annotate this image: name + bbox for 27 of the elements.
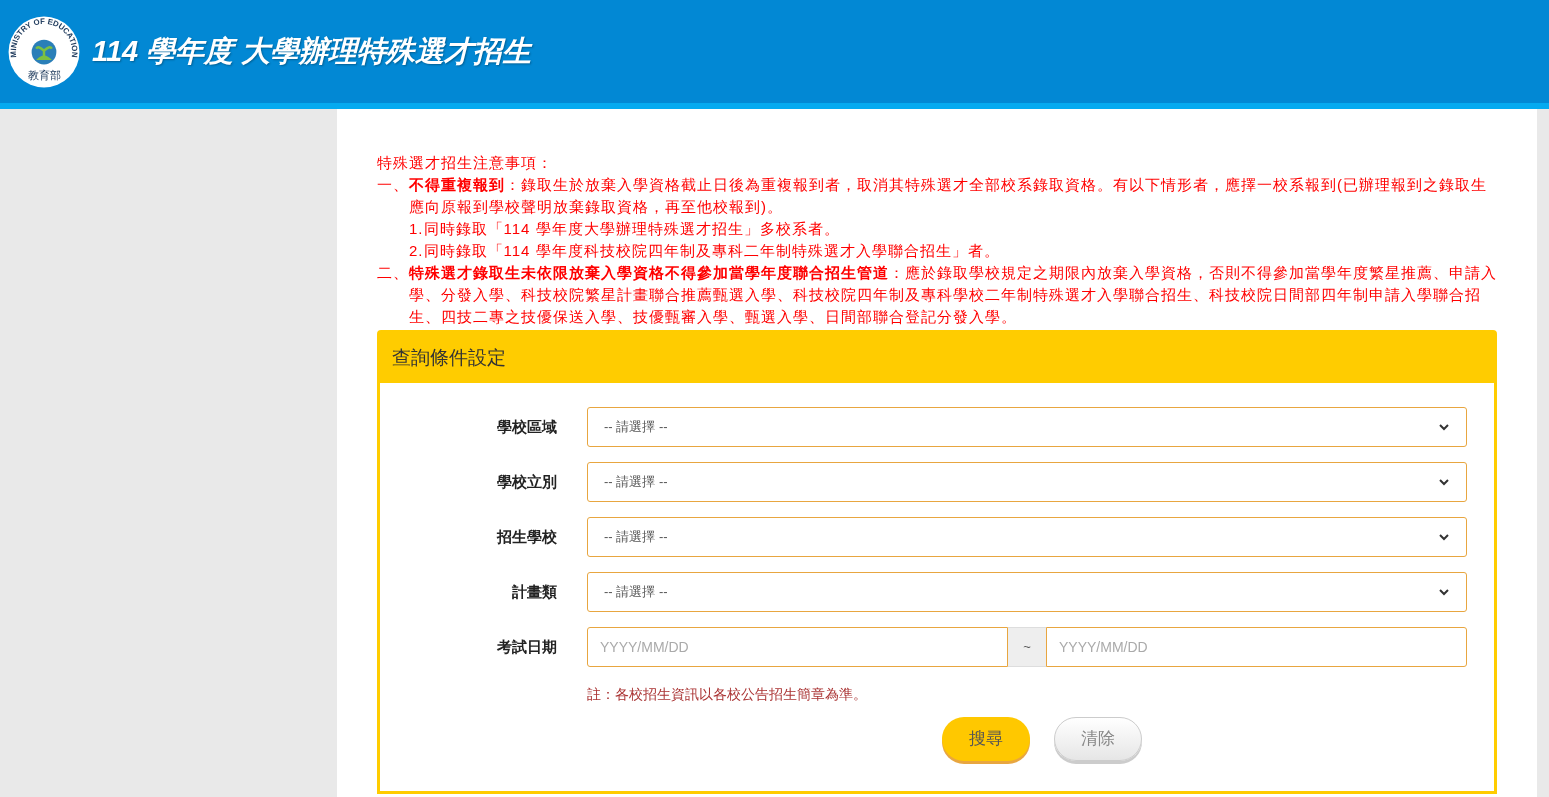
- field-label: 學校立別: [496, 471, 558, 492]
- chevron-down-icon: [1438, 476, 1450, 488]
- panel-title: 查詢條件設定: [392, 345, 506, 370]
- notice-heading: 特殊選才招生注意事項：: [377, 153, 554, 173]
- chevron-down-icon: [1438, 531, 1450, 543]
- field-label: 考試日期: [496, 636, 558, 657]
- notice-subitem: 2.同時錄取「114 學年度科技校院四年制及專科二年制特殊選才入學聯合招生」者。: [408, 241, 1001, 261]
- chevron-down-icon: [1438, 586, 1450, 598]
- select-field[interactable]: -- 請選擇 --: [587, 462, 1467, 502]
- notice-subitem: 1.同時錄取「114 學年度大學辦理特殊選才招生」多校系者。: [408, 219, 841, 239]
- select-field[interactable]: -- 請選擇 --: [587, 407, 1467, 447]
- site-title: 114 學年度 大學辦理特殊選才招生: [92, 33, 532, 69]
- date-input-field[interactable]: YYYY/MM/DD: [587, 627, 1008, 667]
- field-label: 招生學校: [495, 526, 558, 547]
- range-separator: ~: [1008, 627, 1046, 667]
- field-label: 計畫類: [511, 581, 558, 602]
- field-label: 學校區域: [496, 416, 558, 437]
- notice-marker: 二、: [377, 263, 409, 283]
- disclaimer-note: 註：各校招生資訊以各校公告招生簡章為準。: [587, 685, 868, 704]
- date-input-field[interactable]: YYYY/MM/DD: [1046, 627, 1467, 667]
- notice-text: 特殊選才錄取生未依限放棄入學資格不得參加當學年度聯合招生管道：應於錄取學校規定之期限內放棄入學資格，否則不得參加當學年度繁星推薦、申請入學、分發入學、科技校院繁星計畫聯合推薦甄選入學、科技校院四年制及專科學校二年制特殊選才入學聯合招生、科技校院日間部四年制申請入學聯合招生、四技二專之技優保送入學、技優甄審入學、甄選入學、日間部聯合登記分發入學。: [409, 263, 1497, 327]
- notice-marker: 一、: [377, 175, 409, 195]
- chevron-down-icon: [1438, 421, 1450, 433]
- search-button[interactable]: 搜尋: [942, 717, 1030, 761]
- select-field[interactable]: -- 請選擇 --: [587, 572, 1467, 612]
- notice-text: 不得重複報到：錄取生於放棄入學資格截止日後為重複報到者，取消其特殊選才全部校系錄取資格。有以下情形者，應擇一校系報到(已辦理報到之錄取生應向原報到學校聲明放棄錄取資格，再至他校報到)。: [409, 175, 1488, 217]
- select-field[interactable]: -- 請選擇 --: [587, 517, 1467, 557]
